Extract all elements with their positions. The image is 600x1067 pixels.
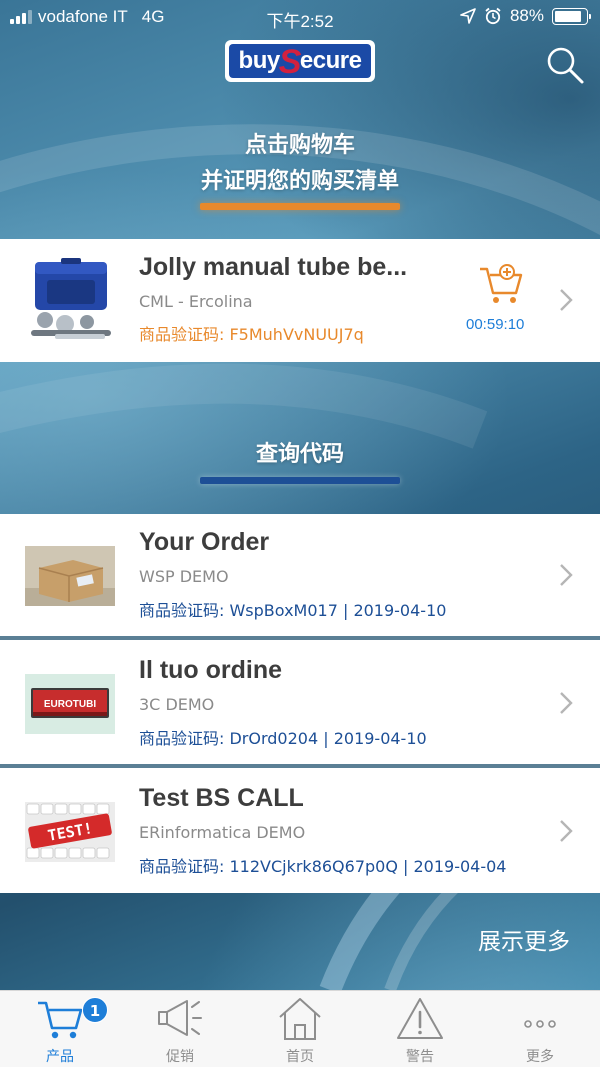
order-title: Your Order [139, 528, 270, 556]
tab-label: 更多 [526, 1049, 554, 1065]
order-row-test-bs-call[interactable]: TEST! Test BS CALL ERinformatica DEMO 商品… [0, 768, 600, 893]
test-keyboard-thumbnail: TEST! [25, 802, 115, 862]
tab-label: 警告 [406, 1049, 434, 1065]
cart-item-row[interactable]: Jolly manual tube be... CML - Ercolina 商… [0, 239, 600, 362]
chevron-right-icon [560, 692, 573, 714]
home-icon [279, 998, 321, 1040]
eurotubi-thumbnail: EUROTUBI [25, 674, 115, 734]
cardboard-box-thumbnail [25, 546, 115, 606]
search-icon[interactable] [544, 44, 586, 86]
buysecure-logo: buy Secure [225, 40, 375, 82]
tab-label: 促销 [166, 1049, 194, 1065]
cart-heading-line2: 并证明您的购买清单 [200, 169, 399, 194]
chevron-right-icon [560, 820, 573, 842]
order-vendor: ERinformatica DEMO [139, 823, 306, 842]
tab-home[interactable]: 首页 [240, 991, 360, 1067]
chevron-right-icon [560, 564, 573, 586]
order-row-your-order[interactable]: Your Order WSP DEMO 商品验证码: WspBoxM017 | … [0, 514, 600, 636]
cart-heading-underline [200, 203, 400, 210]
order-code: 商品验证码: WspBoxM017 | 2019-04-10 [139, 601, 447, 620]
order-code: 商品验证码: 112VCjkrk86Q67p0Q | 2019-04-04 [139, 857, 507, 876]
cart-count-badge: 1 [82, 997, 108, 1023]
chevron-right-icon [560, 289, 573, 311]
cart-countdown-timer: 00:59:10 [466, 316, 525, 333]
alarm-icon [485, 7, 501, 25]
tab-bar: 1 产品 促销 首页 警告 更多 [0, 990, 600, 1067]
warning-icon [397, 998, 443, 1039]
order-row-il-tuo-ordine[interactable]: EUROTUBI Il tuo ordine 3C DEMO 商品验证码: Dr… [0, 640, 600, 764]
logo-text-ecure: ecure [299, 47, 362, 74]
cart-item-vendor: CML - Ercolina [139, 292, 253, 311]
show-more-link[interactable]: 展示更多 [478, 922, 570, 956]
tab-alerts[interactable]: 警告 [360, 991, 480, 1067]
cart-item-code: 商品验证码: F5MuhVvNUUJ7q [139, 325, 364, 344]
add-to-cart-icon[interactable] [478, 263, 524, 305]
tab-more[interactable]: 更多 [480, 991, 600, 1067]
cart-heading-line1: 点击购物车 [244, 133, 355, 158]
order-title: Il tuo ordine [139, 656, 283, 684]
more-dots-icon [524, 1020, 556, 1028]
battery-icon [552, 7, 591, 25]
cart-icon [38, 1001, 83, 1039]
logo-text-s: S [278, 42, 302, 81]
battery-percent: 88% [509, 6, 544, 25]
eurotubi-label: EUROTUBI [44, 699, 96, 710]
tab-label: 首页 [286, 1049, 314, 1065]
tab-products[interactable]: 1 产品 [0, 991, 120, 1067]
megaphone-icon [158, 1000, 202, 1036]
order-title: Test BS CALL [139, 784, 304, 812]
cart-item-title: Jolly manual tube be... [139, 253, 408, 281]
query-heading: 查询代码 [255, 442, 344, 467]
query-heading-underline [200, 477, 400, 484]
location-arrow-icon [460, 8, 476, 24]
logo-text-buy: buy [238, 47, 281, 74]
order-vendor: 3C DEMO [139, 695, 215, 714]
order-vendor: WSP DEMO [139, 567, 229, 586]
tube-bender-kit-thumbnail [31, 258, 111, 339]
order-code: 商品验证码: DrOrd0204 | 2019-04-10 [139, 729, 427, 748]
tab-label: 产品 [46, 1049, 74, 1065]
tab-promotions[interactable]: 促销 [120, 991, 240, 1067]
status-bar: vodafone IT 4G 下午2:52 88% [0, 0, 600, 34]
